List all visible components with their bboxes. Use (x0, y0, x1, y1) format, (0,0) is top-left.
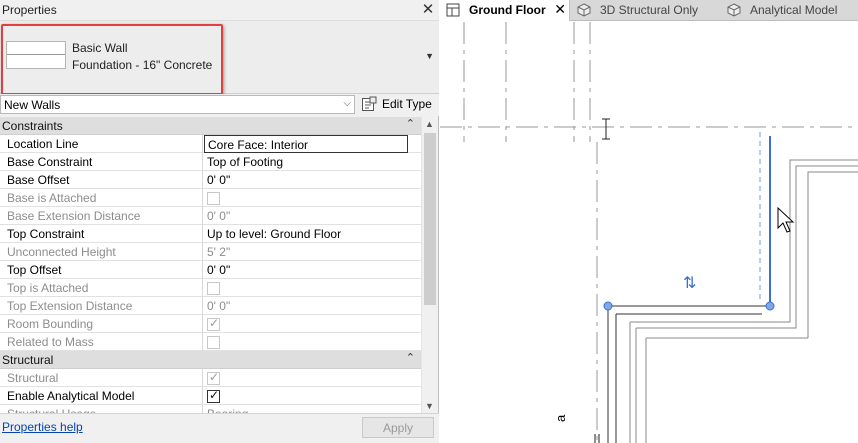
property-label: Room Bounding (0, 315, 203, 333)
checkbox: ✓ (207, 316, 220, 331)
properties-title-bar: Properties ✕ (0, 0, 439, 21)
collapse-icon[interactable]: ⌃ (406, 351, 415, 364)
property-row-top-extension-distance: Top Extension Distance 0' 0" (0, 297, 421, 315)
property-label: Top Constraint (0, 225, 203, 243)
scroll-down-icon[interactable]: ▼ (425, 401, 434, 411)
property-label: Unconnected Height (0, 243, 203, 261)
3d-view-icon (577, 3, 591, 17)
property-label: Base Offset (0, 171, 203, 189)
tab-label: 3D Structural Only (600, 3, 699, 17)
check-icon: ✓ (209, 370, 220, 384)
check-icon: ✓ (209, 388, 220, 402)
property-row-top-constraint[interactable]: Top Constraint Up to level: Ground Floor (0, 225, 421, 243)
type-selector-dropdown-icon[interactable]: ▼ (425, 51, 434, 61)
property-label: Base is Attached (0, 189, 203, 207)
property-row-location-line[interactable]: Location Line Core Face: Interior (0, 135, 421, 153)
collapse-icon[interactable]: ⌃ (406, 117, 415, 130)
property-row-top-offset[interactable]: Top Offset 0' 0" (0, 261, 421, 279)
property-row-enable-analytical-model[interactable]: Enable Analytical Model ✓ (0, 387, 421, 405)
property-value[interactable]: Up to level: Ground Floor (204, 225, 421, 243)
grid-bubble-label: a (553, 414, 568, 422)
section-label: Structural (2, 353, 54, 367)
grid-lines (440, 22, 858, 443)
property-row-base-is-attached: Base is Attached (0, 189, 421, 207)
close-icon[interactable]: ✕ (421, 0, 435, 18)
edit-type-icon (362, 96, 377, 111)
section-label: Constraints (2, 119, 63, 133)
property-value: 5' 2" (207, 245, 231, 259)
type-selector-highlight-box (1, 24, 223, 95)
existing-walls (607, 305, 770, 443)
checkbox (207, 336, 220, 349)
view-tab-bar: Ground Floor ✕ 3D Structural Only Analyt… (440, 0, 858, 21)
floor-plan-icon (446, 3, 460, 17)
wall-end-grip (603, 301, 613, 311)
property-label: Top Offset (0, 261, 203, 279)
property-row-structural: Structural ✓ (0, 369, 421, 387)
property-row-top-is-attached: Top is Attached (0, 279, 421, 297)
property-label: Base Constraint (0, 153, 203, 171)
checkbox[interactable]: ✓ (207, 388, 220, 403)
apply-button[interactable]: Apply (362, 417, 434, 438)
checkbox (207, 282, 220, 295)
property-label: Top is Attached (0, 279, 203, 297)
property-row-base-constraint[interactable]: Base Constraint Top of Footing (0, 153, 421, 171)
properties-footer: Properties help Apply (0, 413, 439, 443)
section-header-constraints[interactable]: Constraints ⌃ (0, 117, 421, 135)
property-row-structural-usage: Structural Usage Bearing (0, 405, 421, 413)
property-label: Structural Usage (0, 405, 203, 413)
tab-label: Analytical Model (750, 3, 838, 17)
properties-scrollbar[interactable]: ▲ ▼ (421, 117, 438, 413)
level-marker (602, 118, 610, 140)
type-selector[interactable]: Basic Wall Foundation - 16" Concrete ▼ (0, 21, 439, 95)
property-row-related-to-mass: Related to Mass (0, 333, 421, 351)
properties-help-link[interactable]: Properties help (2, 420, 83, 434)
property-label: Enable Analytical Model (0, 387, 203, 405)
mouse-cursor-icon (777, 206, 795, 233)
property-label: Related to Mass (0, 333, 203, 351)
scrollbar-thumb[interactable] (424, 133, 436, 305)
instance-filter-value: New Walls (4, 98, 61, 112)
tab-analytical-model[interactable]: Analytical Model (721, 0, 858, 21)
foundation-outline (629, 159, 858, 443)
property-value[interactable]: Top of Footing (204, 153, 421, 171)
property-row-base-extension-distance: Base Extension Distance 0' 0" (0, 207, 421, 225)
property-value: 0' 0" (207, 209, 231, 223)
property-label: Structural (0, 369, 203, 387)
property-row-base-offset[interactable]: Base Offset 0' 0" (0, 171, 421, 189)
instance-filter-row: New Walls ⌵ Edit Type (0, 94, 439, 116)
flip-control-icon: ⇅ (683, 273, 696, 292)
property-label: Base Extension Distance (0, 207, 203, 225)
3d-view-icon (727, 3, 741, 17)
property-value[interactable]: 0' 0" (204, 171, 421, 189)
property-row-room-bounding: Room Bounding ✓ (0, 315, 421, 333)
tab-ground-floor[interactable]: Ground Floor ✕ (440, 0, 570, 21)
tab-3d-structural-only[interactable]: 3D Structural Only (571, 0, 719, 21)
scroll-up-icon[interactable]: ▲ (425, 119, 434, 129)
tab-label: Ground Floor (469, 3, 546, 17)
properties-palette: Properties ✕ Basic Wall Foundation - 16"… (0, 0, 439, 443)
property-value: Bearing (204, 405, 421, 413)
checkbox (207, 192, 220, 205)
chevron-down-icon: ⌵ (343, 98, 351, 109)
wall-end-grip (765, 301, 775, 311)
drawing-canvas[interactable]: ⇅ a (440, 22, 858, 443)
section-header-structural[interactable]: Structural ⌃ (0, 351, 421, 369)
edit-type-label: Edit Type (382, 97, 432, 111)
properties-grid: Constraints ⌃ Location Line Core Face: I… (0, 117, 421, 413)
checkbox: ✓ (207, 370, 220, 385)
property-value[interactable]: 0' 0" (204, 261, 421, 279)
property-value: 0' 0" (207, 299, 231, 313)
properties-title: Properties (2, 3, 57, 17)
property-value[interactable]: Core Face: Interior (204, 135, 408, 153)
check-icon: ✓ (209, 316, 220, 330)
property-label: Top Extension Distance (0, 297, 203, 315)
edit-type-button[interactable]: Edit Type (360, 95, 437, 114)
floor-plan-drawing[interactable]: ⇅ (440, 22, 858, 443)
property-row-unconnected-height: Unconnected Height 5' 2" (0, 243, 421, 261)
close-tab-icon[interactable]: ✕ (554, 1, 566, 18)
property-label: Location Line (0, 135, 203, 153)
instance-filter-dropdown[interactable]: New Walls ⌵ (0, 95, 355, 114)
